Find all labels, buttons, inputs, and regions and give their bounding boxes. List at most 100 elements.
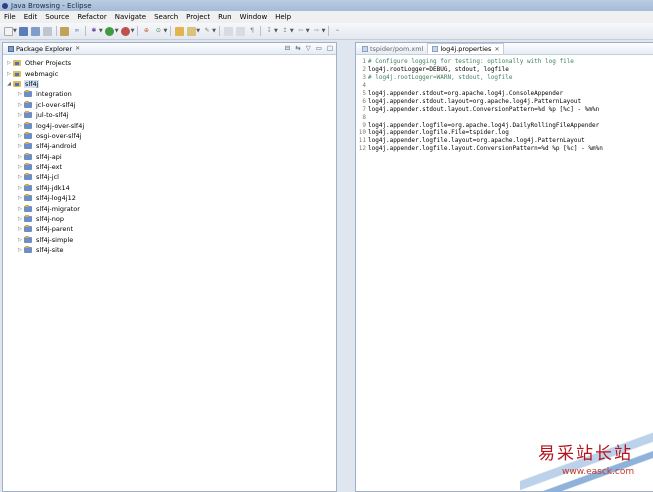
expand-arrow-icon[interactable]: ▷ [16, 247, 24, 253]
tree-item-other-projects[interactable]: ▷ Other Projects [5, 58, 336, 68]
back-icon[interactable]: ⇦ [296, 27, 305, 36]
chevron-down-icon[interactable]: ▼ [99, 28, 103, 34]
tree-item-jul-to-slf4j[interactable]: ▷ jul-to-slf4j [16, 110, 336, 120]
expand-arrow-icon[interactable]: ▷ [16, 226, 24, 232]
expand-arrow-icon[interactable]: ▷ [16, 174, 24, 180]
next-annotation-icon[interactable]: ↧ [265, 27, 274, 36]
menu-project[interactable]: Project [182, 13, 214, 21]
print-icon[interactable] [43, 26, 53, 36]
tree-item-slf4j-migrator[interactable]: ▷ slf4j-migrator [16, 203, 336, 213]
line-number: 2 [362, 66, 366, 74]
tree-item-slf4j-simple[interactable]: ▷ slf4j-simple [16, 235, 336, 245]
line-number: 3 [362, 74, 366, 82]
tree-item-slf4j-jcl[interactable]: ▷ slf4j-jcl [16, 172, 336, 182]
menu-edit[interactable]: Edit [20, 13, 42, 21]
view-menu-icon[interactable]: ▽ [306, 44, 311, 52]
package-explorer-tab[interactable]: Package Explorer ✕ [5, 43, 83, 54]
expand-arrow-icon[interactable]: ▷ [16, 91, 24, 97]
tree-item-integration[interactable]: ▷ integration [16, 89, 336, 99]
run-icon[interactable] [105, 26, 115, 36]
open-folder-icon[interactable] [186, 26, 196, 36]
collapse-arrow-icon[interactable]: ◢ [5, 81, 13, 87]
expand-arrow-icon[interactable]: ▷ [16, 154, 24, 160]
chevron-down-icon[interactable]: ▼ [290, 28, 294, 34]
expand-arrow-icon[interactable]: ▷ [16, 123, 24, 129]
tree-item-slf4j-jdk14[interactable]: ▷ slf4j-jdk14 [16, 183, 336, 193]
chevron-down-icon[interactable]: ▼ [212, 28, 216, 34]
code-editor[interactable]: 1 # Configure logging for testing: option… [356, 55, 653, 153]
pin-editor-icon[interactable]: ⌁ [333, 27, 342, 36]
debug-icon[interactable]: ✱ [89, 27, 98, 36]
project-folder-icon [24, 215, 33, 223]
chevron-down-icon[interactable]: ▼ [163, 28, 167, 34]
menu-file[interactable]: File [0, 13, 20, 21]
external-tools-icon[interactable] [121, 26, 131, 36]
tree-item-slf4j-api[interactable]: ▷ slf4j-api [16, 152, 336, 162]
watermark: 易采站长站 www.easck.com [520, 425, 653, 492]
tree-item-label: slf4j-ext [36, 163, 63, 172]
tree-item-webmagic[interactable]: ▷ webmagic [5, 68, 336, 78]
tree-item-label: log4j-over-slf4j [36, 121, 85, 130]
editor-tab-pom-xml[interactable]: tspider/pom.xml [358, 43, 427, 54]
new-package-icon[interactable]: ⊙ [154, 27, 163, 36]
tree-item-slf4j-parent[interactable]: ▷ slf4j-parent [16, 224, 336, 234]
expand-arrow-icon[interactable]: ▷ [16, 143, 24, 149]
menu-refactor[interactable]: Refactor [73, 13, 110, 21]
expand-arrow-icon[interactable]: ▷ [16, 164, 24, 170]
expand-arrow-icon[interactable]: ▷ [16, 237, 24, 243]
chevron-down-icon[interactable]: ▼ [274, 28, 278, 34]
chevron-down-icon[interactable]: ▼ [306, 28, 310, 34]
menu-search[interactable]: Search [150, 13, 182, 21]
build-icon[interactable] [60, 26, 70, 36]
tree-item-slf4j-site[interactable]: ▷ slf4j-site [16, 245, 336, 255]
maximize-icon[interactable]: □ [327, 44, 333, 52]
line-number: 11 [358, 137, 366, 145]
expand-arrow-icon[interactable]: ▷ [16, 133, 24, 139]
save-all-icon[interactable] [31, 26, 41, 36]
code-line: 12 log4j.appender.logfile.layout.Conversi… [358, 145, 653, 153]
tree-item-jcl-over-slf4j[interactable]: ▷ jcl-over-slf4j [16, 100, 336, 110]
minimize-icon[interactable]: ▭ [316, 44, 322, 52]
expand-arrow-icon[interactable]: ▷ [16, 185, 24, 191]
forward-icon[interactable]: ⇨ [312, 27, 321, 36]
search-icon[interactable]: ✎ [203, 27, 212, 36]
expand-arrow-icon[interactable]: ▷ [16, 195, 24, 201]
chevron-down-icon[interactable]: ▼ [131, 28, 135, 34]
editor-tab-log4j-properties[interactable]: log4j.properties ✕ [427, 43, 505, 54]
expand-arrow-icon[interactable]: ▷ [5, 60, 13, 66]
tree-item-slf4j-android[interactable]: ▷ slf4j-android [16, 141, 336, 151]
tree-item-slf4j-log4j12[interactable]: ▷ slf4j-log4j12 [16, 193, 336, 203]
close-icon[interactable]: ✕ [494, 46, 499, 53]
expand-arrow-icon[interactable]: ▷ [16, 216, 24, 222]
new-java-project-icon[interactable]: ⊕ [142, 27, 151, 36]
chevron-down-icon[interactable]: ▼ [196, 28, 200, 34]
menu-navigate[interactable]: Navigate [111, 13, 150, 21]
prev-annotation-icon[interactable]: ↥ [280, 27, 289, 36]
tree-item-slf4j-ext[interactable]: ▷ slf4j-ext [16, 162, 336, 172]
save-icon[interactable] [19, 26, 29, 36]
menu-run[interactable]: Run [214, 13, 235, 21]
menu-window[interactable]: Window [236, 13, 272, 21]
toggle-mark-icon[interactable] [223, 26, 233, 36]
tree-item-slf4j-nop[interactable]: ▷ slf4j-nop [16, 214, 336, 224]
expand-arrow-icon[interactable]: ▷ [16, 112, 24, 118]
link-with-editor-icon[interactable]: ⇆ [295, 44, 300, 52]
close-icon[interactable]: ✕ [75, 45, 80, 52]
chevron-down-icon[interactable]: ▼ [13, 28, 17, 34]
menu-help[interactable]: Help [271, 13, 295, 21]
new-icon[interactable] [3, 26, 13, 36]
menu-source[interactable]: Source [41, 13, 73, 21]
link-icon[interactable]: ∞ [72, 27, 81, 36]
expand-arrow-icon[interactable]: ▷ [16, 206, 24, 212]
open-type-icon[interactable] [174, 26, 184, 36]
chevron-down-icon[interactable]: ▼ [322, 28, 326, 34]
collapse-all-icon[interactable]: ⊟ [285, 44, 290, 52]
tree-item-slf4j[interactable]: ◢ slf4j [5, 79, 336, 89]
chevron-down-icon[interactable]: ▼ [115, 28, 119, 34]
tree-item-osgi-over-slf4j[interactable]: ▷ osgi-over-slf4j [16, 131, 336, 141]
expand-arrow-icon[interactable]: ▷ [16, 102, 24, 108]
expand-arrow-icon[interactable]: ▷ [5, 71, 13, 77]
show-whitespace-icon[interactable]: ¶ [248, 27, 257, 36]
toggle-block-icon[interactable] [235, 26, 245, 36]
tree-item-log4j-over-slf4j[interactable]: ▷ log4j-over-slf4j [16, 120, 336, 130]
